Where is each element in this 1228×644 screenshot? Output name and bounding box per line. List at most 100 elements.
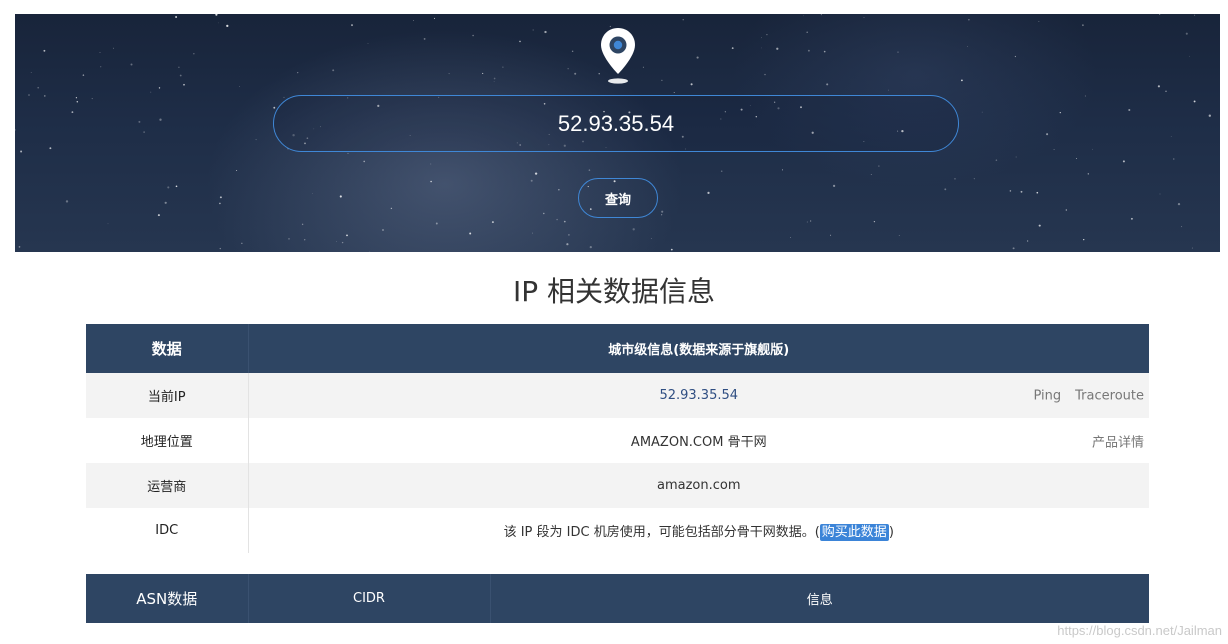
star-dot xyxy=(574,72,577,75)
star-dot xyxy=(1046,133,1049,136)
table-header-row: 数据 城市级信息(数据来源于旗舰版) xyxy=(86,324,1149,373)
star-dot xyxy=(18,246,21,248)
traceroute-link[interactable]: Traceroute xyxy=(1075,388,1144,403)
table-row-location: 地理位置 AMAZON.COM 骨干网 产品详情 xyxy=(86,418,1149,463)
query-button[interactable]: 查询 xyxy=(578,178,658,218)
star-dot xyxy=(558,189,560,191)
star-dot xyxy=(820,14,822,16)
star-dot xyxy=(493,77,496,80)
star-dot xyxy=(731,47,734,50)
star-dot xyxy=(143,131,145,133)
star-dot xyxy=(469,232,472,235)
star-dot xyxy=(1083,238,1085,241)
star-dot xyxy=(961,79,963,82)
star-dot xyxy=(71,111,74,114)
star-dot xyxy=(696,56,699,59)
star-dot xyxy=(1193,100,1196,103)
ip-search-input[interactable] xyxy=(273,95,959,152)
star-dot xyxy=(944,188,947,191)
star-dot xyxy=(491,221,494,224)
star-dot xyxy=(720,170,723,173)
star-dot xyxy=(568,234,570,236)
star-dot xyxy=(448,73,450,75)
star-dot xyxy=(239,86,240,87)
star-dot xyxy=(219,196,222,199)
star-dot xyxy=(1165,90,1167,92)
star-dot xyxy=(347,152,349,154)
table-row-isp: 运营商 amazon.com xyxy=(86,463,1149,508)
star-dot xyxy=(363,160,365,163)
star-dot xyxy=(782,169,783,171)
star-dot xyxy=(346,234,348,237)
star-dot xyxy=(236,169,238,172)
star-dot xyxy=(1082,24,1084,27)
star-dot xyxy=(532,232,533,234)
star-dot xyxy=(164,201,167,204)
star-dot xyxy=(995,159,998,161)
star-dot xyxy=(1208,114,1211,117)
star-dot xyxy=(43,49,46,52)
star-dot xyxy=(571,50,574,53)
star-dot xyxy=(158,87,161,89)
row-value-cell: 52.93.35.54 Ping Traceroute xyxy=(248,373,1149,418)
star-dot xyxy=(157,214,160,217)
star-dot xyxy=(502,66,504,68)
star-dot xyxy=(806,221,808,223)
star-dot xyxy=(967,46,969,47)
star-dot xyxy=(312,193,313,194)
star-dot xyxy=(1194,14,1196,16)
star-dot xyxy=(226,24,229,28)
star-dot xyxy=(832,184,836,188)
idc-text-end: ) xyxy=(888,525,894,540)
star-dot xyxy=(37,86,40,89)
star-dot xyxy=(219,202,221,205)
row-value-cell: amazon.com xyxy=(248,463,1149,508)
star-dot xyxy=(670,248,673,251)
star-dot xyxy=(1053,148,1055,151)
star-dot xyxy=(367,42,369,44)
star-dot xyxy=(764,73,766,76)
star-dot xyxy=(28,94,30,96)
star-dot xyxy=(390,207,393,210)
star-dot xyxy=(534,172,538,175)
star-dot xyxy=(301,223,304,226)
star-dot xyxy=(482,72,484,74)
star-dot xyxy=(588,169,591,171)
star-dot xyxy=(1087,173,1089,175)
row-actions: Ping Traceroute xyxy=(1033,388,1144,403)
star-dot xyxy=(968,19,970,21)
star-dot xyxy=(1188,55,1190,57)
star-dot xyxy=(297,71,299,74)
star-dot xyxy=(589,245,592,249)
product-details-link[interactable]: 产品详情 xyxy=(1092,435,1144,450)
row-label: 地理位置 xyxy=(86,418,249,463)
star-dot xyxy=(973,178,975,180)
star-dot xyxy=(215,14,218,16)
star-dot xyxy=(1036,191,1039,194)
star-dot xyxy=(632,228,635,231)
ping-link[interactable]: Ping xyxy=(1033,388,1061,403)
star-dot xyxy=(150,91,152,93)
star-dot xyxy=(766,33,768,36)
star-dot xyxy=(1065,209,1067,211)
star-dot xyxy=(954,178,956,180)
star-dot xyxy=(1128,108,1131,112)
star-dot xyxy=(1076,158,1077,160)
star-dot xyxy=(382,229,384,231)
star-dot xyxy=(49,147,52,150)
star-dot xyxy=(304,239,306,241)
buy-data-link[interactable]: 购买此数据 xyxy=(819,524,889,541)
star-dot xyxy=(107,223,109,225)
asn-table: ASN数据 CIDR 信息 xyxy=(86,574,1149,623)
ip-info-table: 数据 城市级信息(数据来源于旗舰版) 当前IP 52.93.35.54 Ping… xyxy=(86,324,1149,553)
row-actions: 产品详情 xyxy=(1092,431,1144,450)
star-dot xyxy=(283,96,285,98)
star-dot xyxy=(1015,156,1017,158)
star-dot xyxy=(830,234,832,236)
asn-header-row: ASN数据 CIDR 信息 xyxy=(86,574,1149,623)
star-dot xyxy=(806,31,808,33)
star-dot xyxy=(288,238,290,240)
star-dot xyxy=(823,50,826,53)
star-dot xyxy=(1122,160,1125,163)
star-dot xyxy=(661,214,663,216)
